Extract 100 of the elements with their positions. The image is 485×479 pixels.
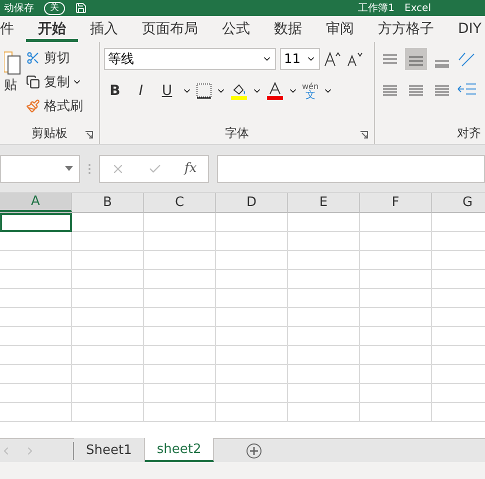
grid-cell[interactable] <box>72 384 144 403</box>
grid-cell[interactable] <box>288 232 360 251</box>
font-color-icon[interactable] <box>266 82 284 100</box>
grid-cell[interactable] <box>0 327 72 346</box>
grid-cell[interactable] <box>144 232 216 251</box>
grid-cell[interactable] <box>360 346 432 365</box>
grid-cell[interactable] <box>216 365 288 384</box>
shrink-font-icon[interactable] <box>346 51 364 67</box>
grid-cell[interactable] <box>144 346 216 365</box>
grid-cell[interactable] <box>216 232 288 251</box>
sheet-tab[interactable]: sheet2 <box>144 438 214 462</box>
grid-cell[interactable] <box>0 213 72 232</box>
copy-button[interactable]: 复制 <box>24 72 72 92</box>
vertical-align-button[interactable] <box>405 48 427 70</box>
grid-cell[interactable] <box>360 289 432 308</box>
phonetic-guide-button[interactable]: wén 文 <box>302 82 319 100</box>
grid-cell[interactable] <box>360 251 432 270</box>
grid-cell[interactable] <box>288 289 360 308</box>
grid-cell[interactable] <box>360 403 432 422</box>
grid-cell[interactable] <box>288 327 360 346</box>
grid-cell[interactable] <box>144 213 216 232</box>
grid-cell[interactable] <box>288 251 360 270</box>
grid-cell[interactable] <box>0 289 72 308</box>
grid-cell[interactable] <box>144 365 216 384</box>
grid-cell[interactable] <box>216 213 288 232</box>
ribbon-tab[interactable]: 公式 <box>210 16 262 42</box>
grid-cell[interactable] <box>216 289 288 308</box>
grid-cell[interactable] <box>360 213 432 232</box>
grid-cell[interactable] <box>0 384 72 403</box>
grid-cell[interactable] <box>72 403 144 422</box>
ribbon-tab[interactable]: 开始 <box>26 16 78 42</box>
grid-cell[interactable] <box>72 213 144 232</box>
grid-cell[interactable] <box>216 384 288 403</box>
grid-cell[interactable] <box>360 270 432 289</box>
grid-cell[interactable] <box>360 308 432 327</box>
italic-button[interactable]: I <box>130 80 152 102</box>
ribbon-tab[interactable]: 插入 <box>78 16 130 42</box>
grid-cell[interactable] <box>288 213 360 232</box>
cut-button[interactable]: 剪切 <box>24 48 85 68</box>
grid-cell[interactable] <box>288 270 360 289</box>
grid-cell[interactable] <box>72 289 144 308</box>
grid-cell[interactable] <box>288 308 360 327</box>
grid-cell[interactable] <box>0 270 72 289</box>
grid-cell[interactable] <box>0 308 72 327</box>
format-painter-button[interactable]: 格式刷 <box>24 96 85 116</box>
bold-button[interactable]: B <box>104 80 126 102</box>
grid-cell[interactable] <box>288 346 360 365</box>
font-name-field[interactable]: 等线 <box>104 48 276 70</box>
grid-cell[interactable] <box>216 327 288 346</box>
grid-cell[interactable] <box>216 346 288 365</box>
grid-cell[interactable] <box>72 327 144 346</box>
grid-cell[interactable] <box>72 270 144 289</box>
fill-color-icon[interactable] <box>230 82 248 100</box>
grid-cell[interactable] <box>144 327 216 346</box>
grid-cell[interactable] <box>360 232 432 251</box>
grow-font-icon[interactable] <box>324 51 342 67</box>
ribbon-tab[interactable]: 件 <box>0 16 26 42</box>
grid-cell[interactable] <box>360 327 432 346</box>
grid-cell[interactable] <box>144 384 216 403</box>
grid-cell[interactable] <box>0 365 72 384</box>
grid-cell[interactable] <box>72 251 144 270</box>
dialog-launcher-icon[interactable] <box>360 131 368 139</box>
grid-cell[interactable] <box>216 308 288 327</box>
grid-cell[interactable] <box>288 384 360 403</box>
grid-cell[interactable] <box>360 365 432 384</box>
add-sheet-button[interactable] <box>246 442 262 458</box>
grid-cell[interactable] <box>0 346 72 365</box>
grid-cell[interactable] <box>216 270 288 289</box>
grid-cell[interactable] <box>0 403 72 422</box>
ribbon-tab[interactable]: 方方格子 <box>366 16 446 42</box>
grid-cell[interactable] <box>144 270 216 289</box>
autosave-toggle[interactable]: 关 <box>44 2 65 14</box>
ribbon-tab[interactable]: DIY <box>446 16 485 42</box>
grid-cell[interactable] <box>72 308 144 327</box>
grid-cell[interactable] <box>72 365 144 384</box>
column-header[interactable]: A <box>0 193 72 212</box>
paste-button[interactable]: 贴 <box>4 48 22 122</box>
grid-cell[interactable] <box>360 384 432 403</box>
insert-function-button[interactable]: fx <box>184 161 197 176</box>
sheet-tab[interactable]: Sheet1 <box>74 438 145 462</box>
grid-cell[interactable] <box>144 289 216 308</box>
font-size-field[interactable]: 11 <box>280 48 320 70</box>
grid-cell[interactable] <box>72 232 144 251</box>
ribbon-tab[interactable]: 数据 <box>262 16 314 42</box>
underline-button[interactable]: U <box>156 80 178 102</box>
grid-cell[interactable] <box>0 232 72 251</box>
grid-cell[interactable] <box>288 365 360 384</box>
dialog-launcher-icon[interactable] <box>85 131 93 139</box>
formula-field[interactable] <box>217 154 485 182</box>
grid-cell[interactable] <box>144 403 216 422</box>
grid-cell[interactable] <box>216 251 288 270</box>
grid-cell[interactable] <box>216 403 288 422</box>
save-icon[interactable] <box>75 2 87 14</box>
ribbon-tab[interactable]: 页面布局 <box>130 16 210 42</box>
grid-cell[interactable] <box>144 308 216 327</box>
borders-icon[interactable] <box>196 83 212 99</box>
grid-cell[interactable] <box>72 346 144 365</box>
grid-cell[interactable] <box>0 251 72 270</box>
ribbon-tab[interactable]: 审阅 <box>314 16 366 42</box>
grid-cell[interactable] <box>144 251 216 270</box>
